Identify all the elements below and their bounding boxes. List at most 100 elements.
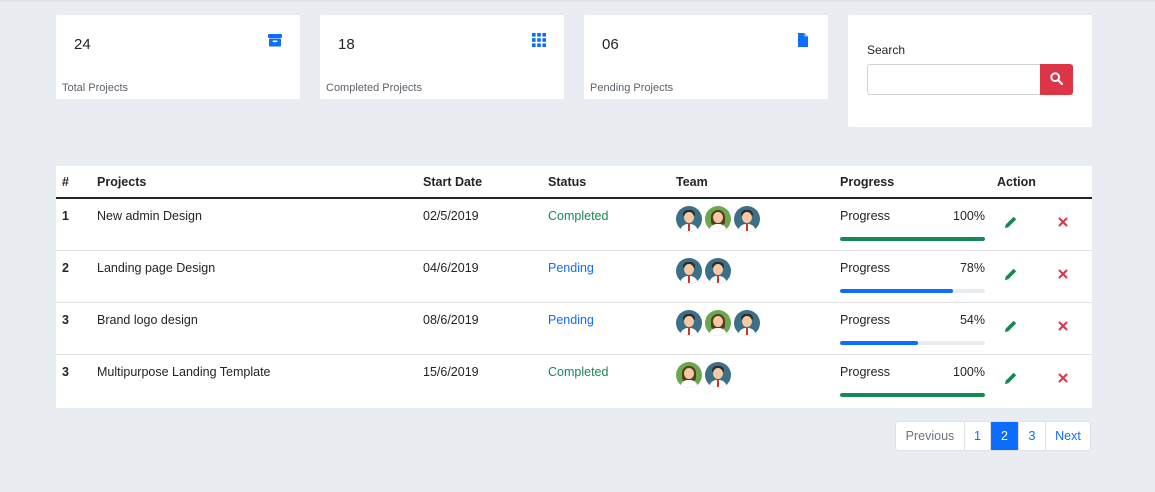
team-cell <box>670 198 834 251</box>
table-row: 3 Brand logo design 08/6/2019 Pending Progre… <box>56 302 1092 355</box>
pencil-icon <box>1004 320 1018 336</box>
stat-count: 24 <box>74 36 91 53</box>
next-page-button[interactable]: Next <box>1045 422 1090 450</box>
team-member-avatar[interactable] <box>734 206 760 232</box>
stat-label: Total Projects <box>62 82 129 94</box>
start-date: 15/6/2019 <box>423 364 479 379</box>
row-number: 2 <box>56 250 91 303</box>
close-icon <box>1058 215 1068 230</box>
top-divider <box>0 0 1155 2</box>
projects-table: # Projects Start Date Status Team Progre… <box>56 166 1092 408</box>
progress-bar <box>840 288 985 293</box>
stat-label: Pending Projects <box>590 82 674 94</box>
action-cell <box>991 250 1092 303</box>
delete-button[interactable] <box>1056 319 1070 333</box>
team-member-avatar[interactable] <box>705 309 731 336</box>
delete-button[interactable] <box>1056 371 1070 385</box>
progress-label: Progress <box>840 312 891 327</box>
close-icon <box>1058 371 1068 386</box>
header-team: Team <box>670 166 834 199</box>
team-cell <box>670 354 834 406</box>
progress-label: Progress <box>840 260 891 275</box>
progress-bar-fill <box>840 392 985 397</box>
start-date: 04/6/2019 <box>417 250 542 303</box>
team-avatars <box>676 206 828 232</box>
pencil-icon <box>1004 372 1018 388</box>
start-date: 08/6/2019 <box>417 302 542 355</box>
header-action: Action <box>991 166 1092 199</box>
progress-value: 54% <box>959 312 985 327</box>
page-2-button[interactable]: 2 <box>990 422 1018 450</box>
edit-button[interactable] <box>1003 215 1019 231</box>
progress-bar-fill <box>840 340 919 345</box>
stat-count: 18 <box>338 36 355 53</box>
row-number: 3 <box>56 302 91 355</box>
team-avatars <box>676 257 828 284</box>
project-name: Landing page Design <box>91 250 417 303</box>
status-text: Pending <box>542 250 670 303</box>
team-member-avatar[interactable] <box>676 257 702 284</box>
search-label: Search <box>867 43 906 57</box>
status-text: Completed <box>542 198 670 251</box>
progress-bar <box>840 340 985 345</box>
team-member-avatar[interactable] <box>734 309 760 336</box>
stat-card-total: 24 Total Projects <box>56 15 300 99</box>
progress-bar-fill <box>840 288 954 293</box>
page-1-button[interactable]: 1 <box>964 422 990 450</box>
header-start-date: Start Date <box>417 166 542 199</box>
search-icon <box>1050 71 1064 88</box>
grid-icon <box>532 33 546 47</box>
close-icon <box>1058 319 1068 334</box>
progress-cell: Progress 100% <box>834 354 991 406</box>
search-button[interactable] <box>1040 64 1073 95</box>
table-header-row: # Projects Start Date Status Team Progre… <box>56 166 1092 199</box>
action-cell <box>991 302 1092 355</box>
search-input[interactable] <box>867 64 1041 95</box>
stat-card-pending: 06 Pending Projects <box>584 15 828 99</box>
action-cell <box>991 354 1092 406</box>
delete-button[interactable] <box>1056 215 1070 229</box>
progress-value: 100% <box>953 209 985 223</box>
team-member-avatar[interactable] <box>705 361 731 388</box>
progress-cell: Progress 54% <box>834 302 991 355</box>
header-status: Status <box>542 166 670 199</box>
close-icon <box>1058 267 1068 282</box>
team-member-avatar[interactable] <box>676 206 702 232</box>
row-number: 1 <box>56 198 91 251</box>
previous-page-button[interactable]: Previous <box>896 422 964 450</box>
team-member-avatar[interactable] <box>676 361 702 388</box>
page-3-button[interactable]: 3 <box>1018 422 1045 450</box>
team-member-avatar[interactable] <box>705 206 731 232</box>
header-num: # <box>56 166 91 199</box>
progress-bar <box>840 392 985 397</box>
progress-cell: Progress 100% <box>834 198 991 251</box>
stat-count: 06 <box>602 36 619 53</box>
edit-button[interactable] <box>1003 319 1019 335</box>
header-projects: Projects <box>91 166 417 199</box>
progress-label: Progress <box>840 209 891 223</box>
progress-value: 100% <box>953 364 985 379</box>
team-avatars <box>676 309 828 336</box>
stat-card-completed: 18 Completed Projects <box>320 15 564 99</box>
delete-button[interactable] <box>1056 267 1070 281</box>
project-name: Brand logo design <box>91 302 417 355</box>
status-text: Completed <box>548 364 609 379</box>
progress-label: Progress <box>840 364 891 379</box>
stat-label: Completed Projects <box>326 82 422 94</box>
pagination: Previous 1 2 3 Next <box>895 421 1091 451</box>
team-member-avatar[interactable] <box>705 257 731 284</box>
table-row: 1 New admin Design 02/5/2019 Completed Progr… <box>56 198 1092 251</box>
archive-icon <box>268 33 282 47</box>
project-name: Multipurpose Landing Template <box>97 364 271 379</box>
pencil-icon <box>1004 268 1018 284</box>
progress-bar-fill <box>840 237 985 241</box>
table-row: 2 Landing page Design 04/6/2019 Pending Prog… <box>56 250 1092 303</box>
progress-bar <box>840 237 985 241</box>
project-name: New admin Design <box>91 198 417 251</box>
start-date: 02/5/2019 <box>417 198 542 251</box>
team-cell <box>670 302 834 355</box>
edit-button[interactable] <box>1003 267 1019 283</box>
edit-button[interactable] <box>1003 371 1019 387</box>
team-member-avatar[interactable] <box>676 309 702 336</box>
header-progress: Progress <box>834 166 991 199</box>
